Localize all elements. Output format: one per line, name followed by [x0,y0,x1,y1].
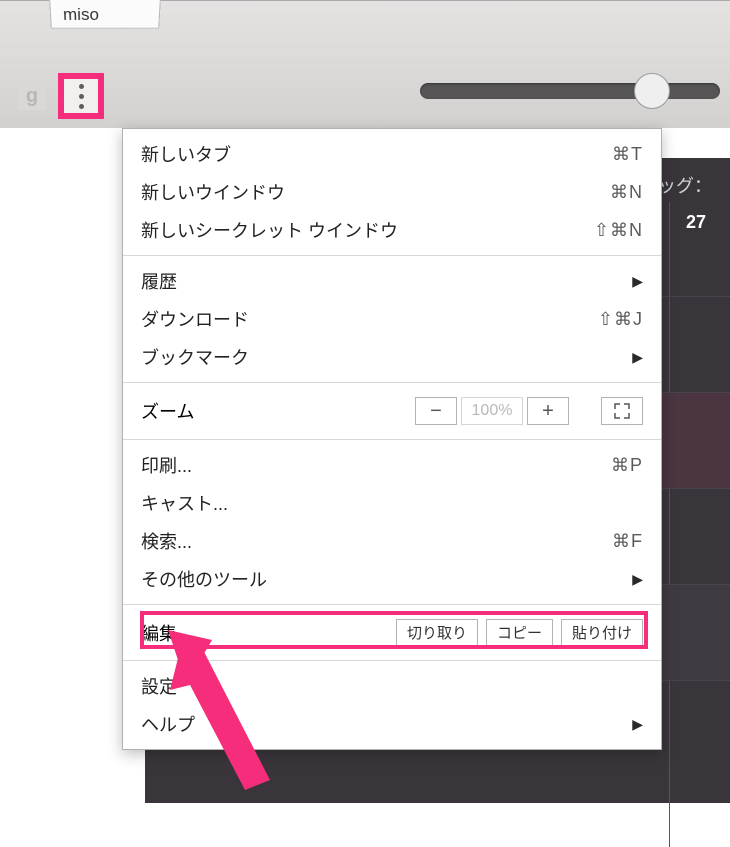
fullscreen-button[interactable] [601,397,643,425]
menu-item-find[interactable]: 検索... ⌘F [123,522,661,560]
menu-separator [123,255,661,256]
submenu-arrow-icon: ▶ [632,571,643,588]
menu-item-label: ブックマーク [141,344,620,370]
menu-item-help[interactable]: ヘルプ ▶ [123,705,661,743]
menu-item-print[interactable]: 印刷... ⌘P [123,446,661,484]
cut-button[interactable]: 切り取り [396,619,478,646]
menu-item-label: 新しいウインドウ [141,179,610,205]
menu-separator [123,439,661,440]
tag-label: ッグ： [658,172,712,198]
menu-item-shortcut: ⇧⌘J [598,309,643,330]
menu-item-bookmarks[interactable]: ブックマーク ▶ [123,338,661,376]
menu-item-shortcut: ⌘P [611,455,643,476]
kebab-menu-highlight [58,73,104,119]
menu-separator [123,604,661,605]
menu-item-label: 新しいタブ [141,141,612,167]
slider-thumb[interactable] [634,73,670,109]
menu-item-label: その他のツール [141,566,620,592]
menu-item-new-tab[interactable]: 新しいタブ ⌘T [123,135,661,173]
zoom-out-button[interactable]: − [415,397,457,425]
submenu-arrow-icon: ▶ [632,349,643,366]
menu-item-shortcut: ⌘F [612,531,643,552]
scrubber-slider[interactable] [420,83,720,99]
submenu-arrow-icon: ▶ [632,716,643,733]
menu-item-label: 設定 [141,673,643,699]
menu-item-label: ヘルプ [141,711,620,737]
menu-item-label: 編集 [141,620,396,646]
tab-title: miso [63,5,99,24]
menu-separator [123,660,661,661]
zoom-value: 100% [461,397,523,425]
browser-chrome-top: miso g [0,0,730,128]
menu-item-label: 検索... [141,528,612,554]
menu-item-shortcut: ⌘N [610,182,643,203]
menu-item-label: キャスト... [141,490,643,516]
menu-separator [123,382,661,383]
menu-item-cast[interactable]: キャスト... [123,484,661,522]
kebab-menu-icon[interactable] [79,84,84,109]
menu-item-edit: 編集 切り取り コピー 貼り付け [123,611,661,654]
fullscreen-icon [614,403,630,419]
menu-item-label: 新しいシークレット ウインドウ [141,217,594,243]
menu-item-label: 履歴 [141,268,620,294]
menu-item-label: 印刷... [141,452,611,478]
chrome-overflow-menu: 新しいタブ ⌘T 新しいウインドウ ⌘N 新しいシークレット ウインドウ ⇧⌘N… [122,128,662,750]
copy-button[interactable]: コピー [486,619,553,646]
menu-item-shortcut: ⌘T [612,144,643,165]
menu-item-label: ズーム [141,398,415,424]
menu-item-shortcut: ⇧⌘N [594,220,643,241]
menu-item-new-window[interactable]: 新しいウインドウ ⌘N [123,173,661,211]
menu-item-history[interactable]: 履歴 ▶ [123,262,661,300]
menu-item-settings[interactable]: 設定 [123,667,661,705]
browser-tab[interactable]: miso [49,0,161,29]
menu-item-downloads[interactable]: ダウンロード ⇧⌘J [123,300,661,338]
toolbar-row: g [18,73,104,119]
paste-button[interactable]: 貼り付け [561,619,643,646]
menu-item-label: ダウンロード [141,306,598,332]
extension-icon[interactable]: g [18,82,46,110]
submenu-arrow-icon: ▶ [632,273,643,290]
zoom-in-button[interactable]: + [527,397,569,425]
day-number: 27 [686,212,706,233]
menu-item-new-incognito[interactable]: 新しいシークレット ウインドウ ⇧⌘N [123,211,661,249]
menu-item-more-tools[interactable]: その他のツール ▶ [123,560,661,598]
menu-item-zoom: ズーム − 100% + [123,389,661,433]
